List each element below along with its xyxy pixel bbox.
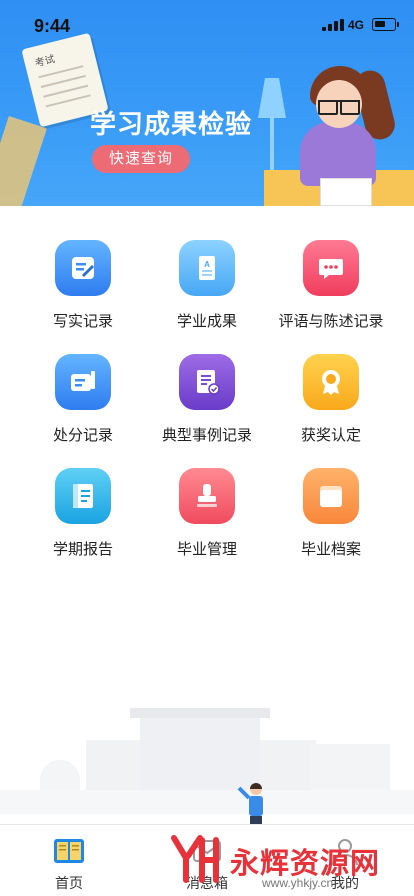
battery-icon bbox=[372, 18, 399, 31]
grid-item-written-record[interactable]: 写实记录 bbox=[14, 236, 152, 346]
watermark-url: www.yhkjy.cn bbox=[262, 876, 334, 890]
card-pen-icon bbox=[55, 354, 111, 410]
glasses-icon bbox=[318, 100, 360, 115]
grid-item-label: 典型事例记录 bbox=[161, 427, 252, 444]
grid-item-label: 获奖认定 bbox=[300, 427, 361, 444]
tab-label: 首页 bbox=[55, 875, 83, 891]
chat-bubble-icon bbox=[303, 240, 359, 296]
edit-note-icon bbox=[55, 240, 111, 296]
book-illustration bbox=[320, 178, 372, 206]
grid-item-award-certification[interactable]: 获奖认定 bbox=[262, 350, 400, 460]
grid-item-graduation-management[interactable]: 毕业管理 bbox=[138, 464, 276, 574]
grid-item-label: 写实记录 bbox=[52, 313, 113, 330]
grid-item-label: 处分记录 bbox=[52, 427, 113, 444]
book-home-icon bbox=[54, 839, 84, 863]
award-medal-icon bbox=[303, 354, 359, 410]
watermark-logo-icon bbox=[171, 835, 219, 883]
campus-illustration bbox=[0, 700, 414, 824]
network-type: 4G bbox=[348, 18, 365, 32]
grid-item-label: 学期报告 bbox=[52, 541, 113, 558]
grid-item-graduation-archive[interactable]: 毕业档案 bbox=[262, 464, 400, 574]
folder-archive-icon bbox=[303, 468, 359, 524]
grid-item-academic-results[interactable]: A 学业成果 bbox=[138, 236, 276, 346]
grid-item-label: 毕业管理 bbox=[176, 541, 237, 558]
stamp-icon bbox=[179, 468, 235, 524]
svg-text:A: A bbox=[204, 260, 210, 269]
student-figure-icon bbox=[237, 783, 263, 824]
grid-item-label: 毕业档案 bbox=[300, 541, 361, 558]
watermark: 永辉资源网 www.yhkjy.cn bbox=[166, 826, 414, 896]
signal-icon bbox=[322, 19, 344, 31]
lamp-illustration bbox=[258, 78, 286, 118]
grid-item-label: 学业成果 bbox=[176, 313, 237, 330]
document-a-icon: A bbox=[179, 240, 235, 296]
grid-item-comments-statements[interactable]: 评语与陈述记录 bbox=[262, 236, 400, 346]
grid-item-typical-cases[interactable]: 典型事例记录 bbox=[138, 350, 276, 460]
student-illustration bbox=[300, 122, 376, 186]
grid-item-semester-report[interactable]: 学期报告 bbox=[14, 464, 152, 574]
ruler-decoration bbox=[0, 116, 47, 206]
grid-item-disciplinary-record[interactable]: 处分记录 bbox=[14, 350, 152, 460]
tab-home[interactable]: 首页 bbox=[0, 825, 138, 896]
checklist-icon bbox=[179, 354, 235, 410]
paper-text: 考试 bbox=[33, 54, 57, 70]
top-banner[interactable]: 9:44 4G 考试 学习成果检验 快速查询 bbox=[0, 0, 414, 206]
grid-item-label: 评语与陈述记录 bbox=[278, 313, 384, 330]
quick-query-button[interactable]: 快速查询 bbox=[92, 145, 190, 173]
report-book-icon bbox=[55, 468, 111, 524]
banner-title: 学习成果检验 bbox=[90, 109, 253, 139]
status-time: 9:44 bbox=[34, 16, 71, 36]
